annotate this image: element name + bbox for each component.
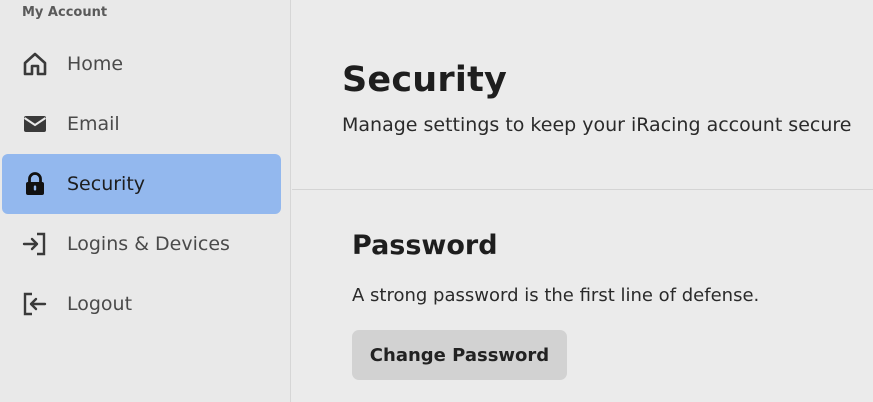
account-settings-window: My Account Home Email Security Logins & …: [0, 0, 873, 402]
page-subtitle: Manage settings to keep your iRacing acc…: [342, 114, 852, 136]
divider: [292, 189, 873, 190]
sidebar-item-email[interactable]: Email: [2, 94, 281, 154]
sidebar-item-security[interactable]: Security: [2, 154, 281, 214]
envelope-icon: [22, 111, 48, 137]
main-content: Security Manage settings to keep your iR…: [292, 0, 873, 402]
sidebar-item-label: Logout: [67, 293, 133, 315]
sidebar-item-logout[interactable]: Logout: [2, 274, 281, 334]
lock-icon: [22, 171, 48, 197]
sidebar-item-home[interactable]: Home: [2, 34, 281, 94]
password-section-description: A strong password is the first line of d…: [352, 285, 760, 306]
home-icon: [22, 51, 48, 77]
sidebar-item-logins-devices[interactable]: Logins & Devices: [2, 214, 281, 274]
login-icon: [22, 231, 48, 257]
sidebar-item-label: Home: [67, 53, 124, 75]
sidebar-item-label: Security: [67, 173, 146, 195]
change-password-button[interactable]: Change Password: [352, 330, 567, 380]
sidebar: My Account Home Email Security Logins & …: [0, 0, 291, 402]
sidebar-section-label: My Account: [22, 5, 108, 20]
sidebar-item-label: Email: [67, 113, 120, 135]
page-title: Security: [342, 60, 508, 100]
sidebar-item-label: Logins & Devices: [67, 233, 230, 255]
logout-icon: [22, 291, 48, 317]
password-section-title: Password: [352, 230, 498, 261]
